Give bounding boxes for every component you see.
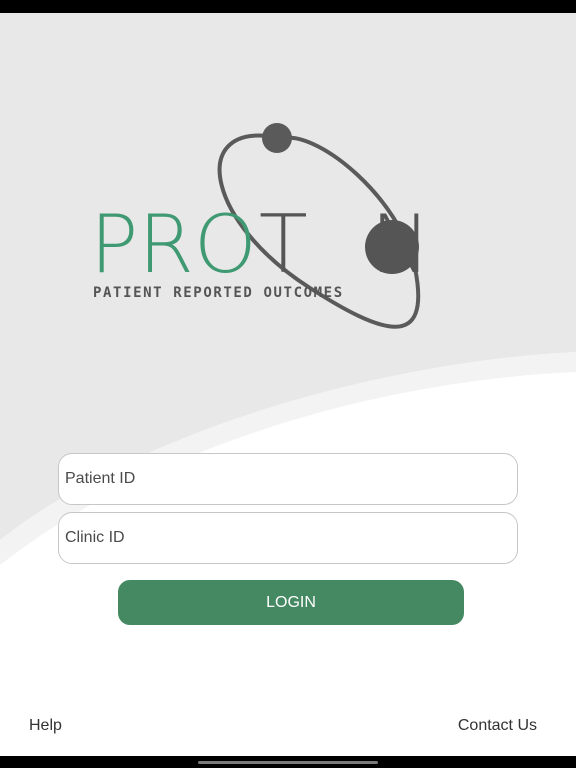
login-button[interactable]: LOGIN <box>118 580 464 625</box>
contact-us-link[interactable]: Contact Us <box>458 717 537 735</box>
home-indicator[interactable] <box>198 761 378 764</box>
wordmark-letter-5: O <box>308 205 371 285</box>
wordmark-letter-1: P <box>90 198 139 291</box>
status-bar <box>0 0 576 13</box>
wordmark-letter-6: N <box>370 198 431 291</box>
wordmark: PROTON <box>90 205 431 285</box>
small-orbit-dot <box>262 123 292 153</box>
wordmark-letter-2: R <box>138 198 194 291</box>
proton-logo: PROTON PATIENT REPORTED OUTCOMES <box>80 118 500 348</box>
wordmark-letter-4: T <box>258 198 308 291</box>
clinic-id-input[interactable] <box>58 512 518 564</box>
help-link[interactable]: Help <box>29 717 62 735</box>
background-swoosh <box>0 13 576 565</box>
login-screen: PROTON PATIENT REPORTED OUTCOMES LOGIN H… <box>0 0 576 768</box>
patient-id-input[interactable] <box>58 453 518 505</box>
wordmark-letter-3: O <box>193 198 257 291</box>
logo-tagline: PATIENT REPORTED OUTCOMES <box>93 285 344 301</box>
